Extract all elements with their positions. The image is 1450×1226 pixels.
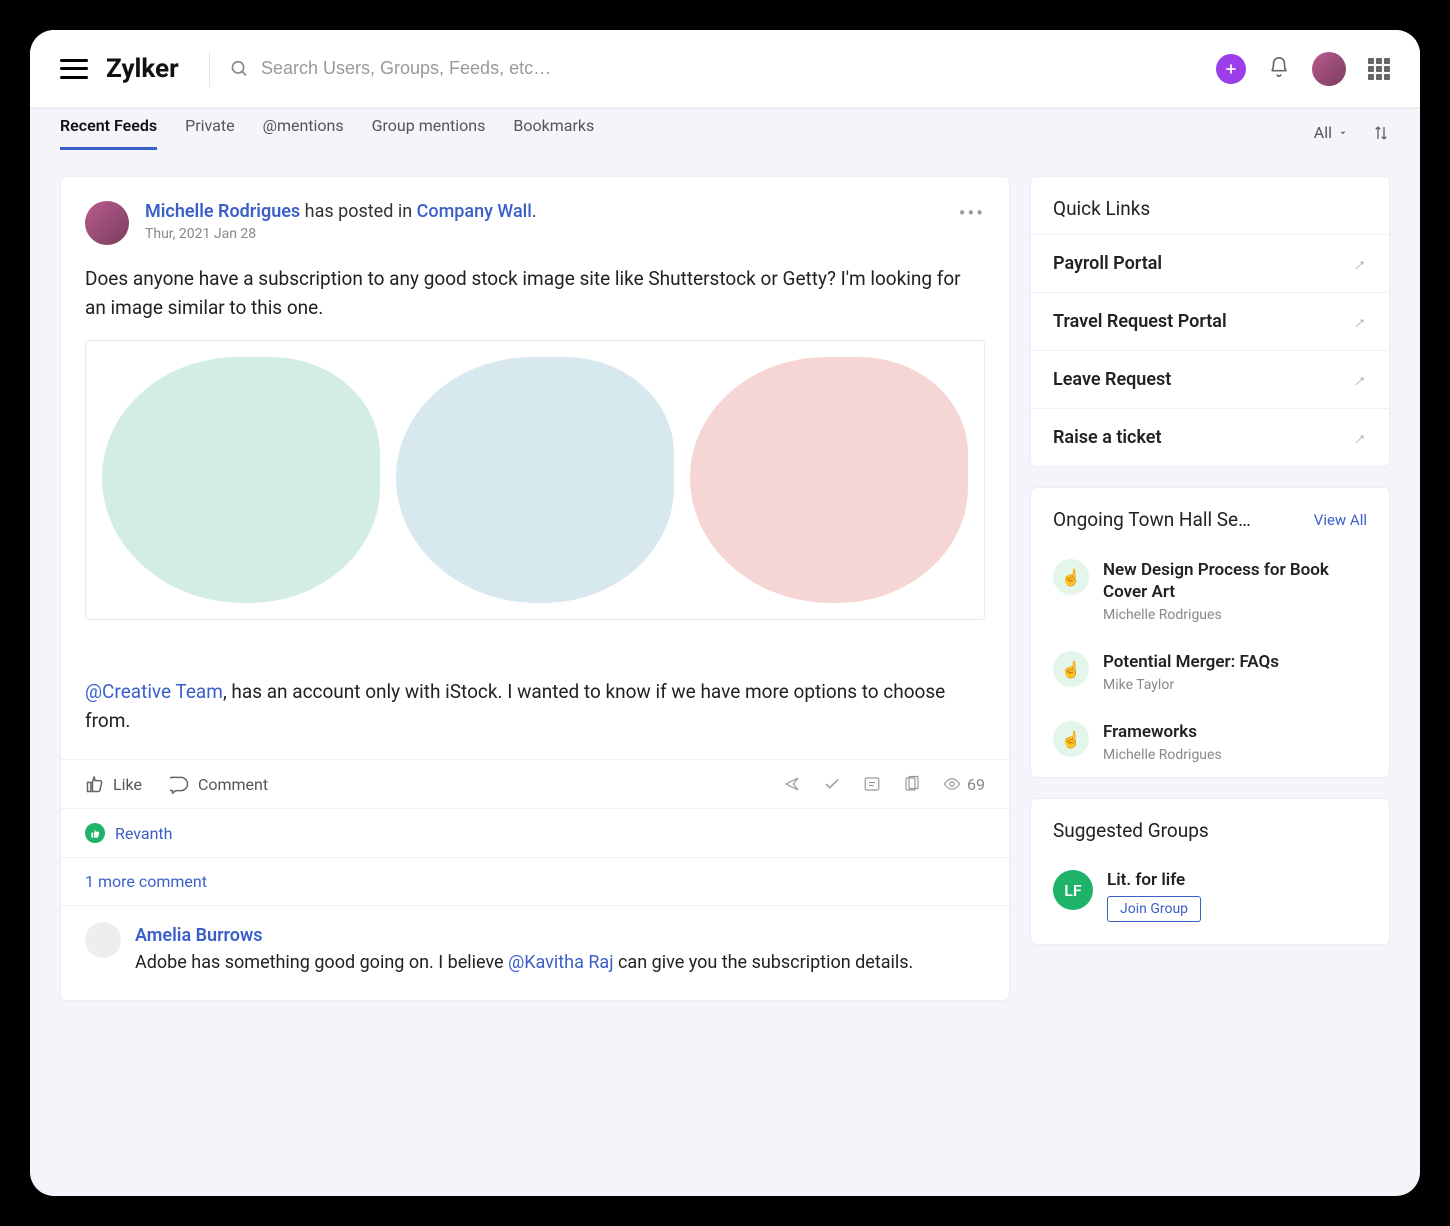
chevron-down-icon — [1338, 128, 1348, 138]
mention-link[interactable]: @Kavitha Raj — [508, 952, 613, 973]
arrow-icon: → — [1344, 250, 1372, 278]
group-avatar[interactable]: LF — [1053, 870, 1093, 910]
notifications-button[interactable] — [1268, 56, 1290, 82]
post-byline: Michelle Rodrigues has posted in Company… — [145, 201, 537, 222]
share-icon[interactable] — [783, 775, 801, 793]
task-icon[interactable] — [863, 775, 881, 793]
illustration-2 — [396, 357, 674, 603]
add-button[interactable] — [1216, 54, 1246, 84]
session-item[interactable]: ☝ FrameworksMichelle Rodrigues — [1031, 707, 1389, 777]
divider — [209, 51, 210, 87]
author-link[interactable]: Michelle Rodrigues — [145, 201, 300, 222]
tab-private[interactable]: Private — [185, 116, 234, 150]
commenter-link[interactable]: Amelia Burrows — [135, 922, 913, 949]
tab-bookmarks[interactable]: Bookmarks — [513, 116, 594, 150]
quick-link-leave[interactable]: Leave Request→ — [1031, 350, 1389, 408]
group-name: Lit. for life — [1107, 870, 1201, 890]
views-count: 69 — [943, 775, 985, 794]
join-group-button[interactable]: Join Group — [1107, 896, 1201, 922]
search-input[interactable] — [261, 58, 1216, 79]
tab-mentions[interactable]: @mentions — [263, 116, 344, 150]
quick-links-card: Quick Links Payroll Portal→ Travel Reque… — [1030, 176, 1390, 467]
liker-link[interactable]: Revanth — [115, 824, 172, 843]
post-body: Does anyone have a subscription to any g… — [61, 257, 1009, 322]
top-actions — [1216, 52, 1390, 86]
post-date: Thur, 2021 Jan 28 — [145, 226, 537, 242]
quick-link-ticket[interactable]: Raise a ticket→ — [1031, 408, 1389, 466]
groups-title: Suggested Groups — [1031, 799, 1389, 856]
avatar[interactable] — [1312, 52, 1346, 86]
quick-link-payroll[interactable]: Payroll Portal→ — [1031, 234, 1389, 292]
like-badge — [85, 823, 105, 843]
sessions-title: Ongoing Town Hall Se… — [1053, 508, 1251, 531]
comment-button[interactable]: Comment — [170, 774, 268, 794]
post-followup: @Creative Team, has an account only with… — [61, 638, 1009, 759]
sessions-card: Ongoing Town Hall Se… View All ☝ New Des… — [1030, 487, 1390, 778]
comment-row: Amelia Burrows Adobe has something good … — [61, 905, 1009, 1000]
commenter-avatar[interactable] — [85, 922, 121, 958]
session-icon: ☝ — [1053, 721, 1089, 757]
thumbs-up-icon — [85, 774, 105, 794]
more-comments-link[interactable]: 1 more comment — [61, 857, 1009, 905]
mention-link[interactable]: @Creative Team — [85, 680, 223, 703]
check-icon[interactable] — [823, 775, 841, 793]
apps-grid-icon[interactable] — [1368, 58, 1390, 80]
search-icon — [230, 59, 249, 79]
likes-row: Revanth — [61, 808, 1009, 857]
session-item[interactable]: ☝ Potential Merger: FAQsMike Taylor — [1031, 637, 1389, 707]
tab-group-mentions[interactable]: Group mentions — [372, 116, 486, 150]
comment-icon — [170, 774, 190, 794]
tabbar: Recent Feeds Private @mentions Group men… — [30, 108, 1420, 156]
session-icon: ☝ — [1053, 559, 1089, 595]
author-avatar[interactable] — [85, 201, 129, 245]
posted-in-link[interactable]: Company Wall — [417, 201, 532, 222]
post-attachment-image[interactable] — [85, 340, 985, 620]
view-all-link[interactable]: View All — [1314, 511, 1367, 529]
filter-label: All — [1314, 123, 1332, 142]
arrow-icon: → — [1344, 366, 1372, 394]
sidebar: Quick Links Payroll Portal→ Travel Reque… — [1030, 176, 1390, 1176]
post-card: Michelle Rodrigues has posted in Company… — [60, 176, 1010, 1001]
comment-text: Adobe has something good going on. I bel… — [135, 949, 913, 976]
illustration-3 — [690, 357, 968, 603]
arrow-icon: → — [1344, 308, 1372, 336]
sort-icon[interactable] — [1372, 124, 1390, 142]
like-button[interactable]: Like — [85, 774, 142, 794]
illustration-1 — [102, 357, 380, 603]
thumbs-up-icon — [90, 828, 101, 839]
session-item[interactable]: ☝ New Design Process for Book Cover ArtM… — [1031, 545, 1389, 637]
group-item: LF Lit. for life Join Group — [1031, 856, 1389, 944]
search-box[interactable] — [230, 58, 1216, 79]
topbar: Zylker — [30, 30, 1420, 108]
filter-dropdown[interactable]: All — [1314, 123, 1348, 142]
menu-icon[interactable] — [60, 59, 88, 79]
post-actions-bar: Like Comment 69 — [61, 759, 1009, 808]
quick-links-title: Quick Links — [1031, 177, 1389, 234]
bell-icon — [1268, 56, 1290, 78]
tab-recent-feeds[interactable]: Recent Feeds — [60, 116, 157, 150]
quick-link-travel[interactable]: Travel Request Portal→ — [1031, 292, 1389, 350]
plus-icon — [1224, 62, 1238, 76]
post-menu-button[interactable]: ••• — [959, 201, 985, 225]
arrow-icon: → — [1344, 424, 1372, 452]
brand-name: Zylker — [106, 54, 179, 84]
groups-card: Suggested Groups LF Lit. for life Join G… — [1030, 798, 1390, 945]
copy-icon[interactable] — [903, 775, 921, 793]
eye-icon — [943, 775, 961, 793]
session-icon: ☝ — [1053, 651, 1089, 687]
